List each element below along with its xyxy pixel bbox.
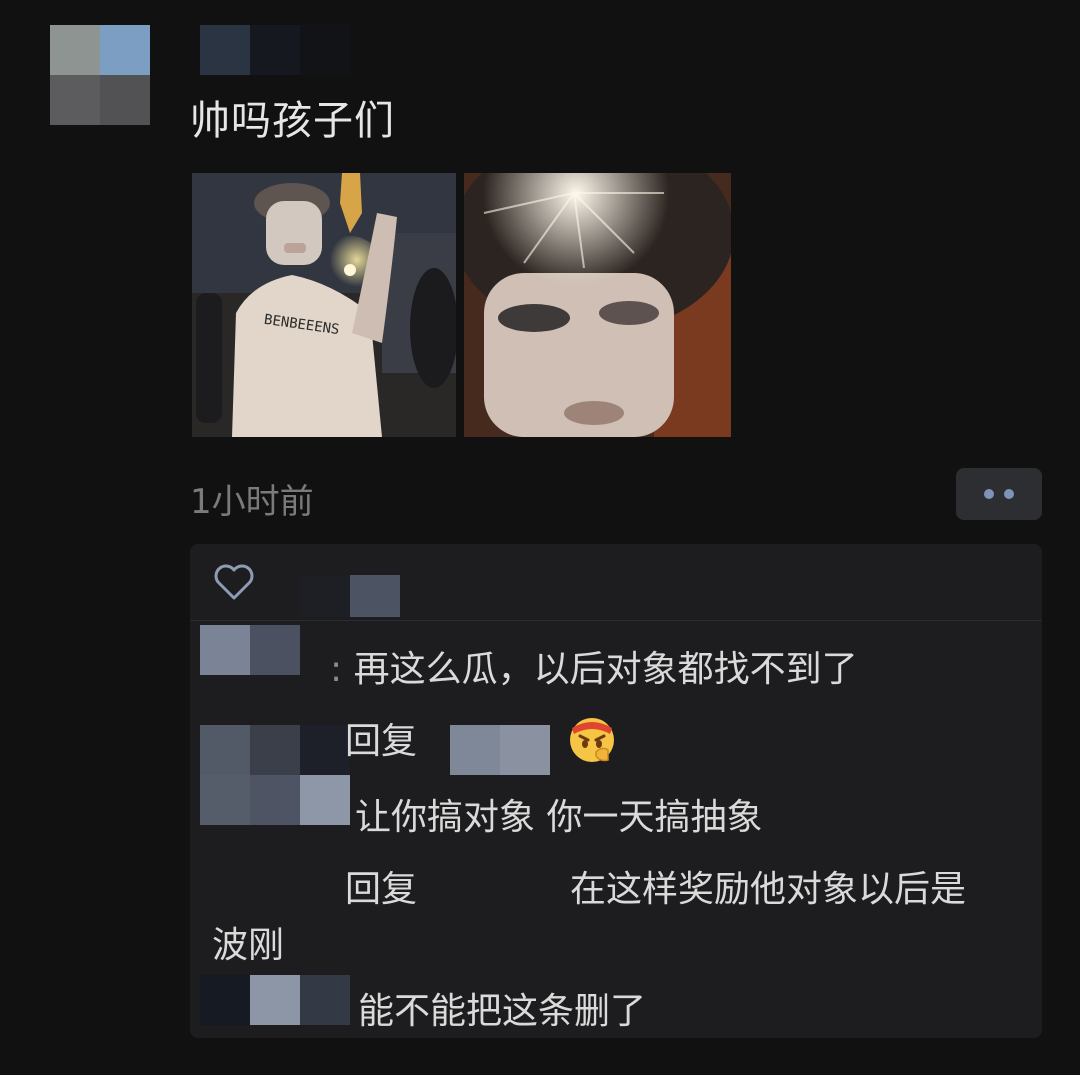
poster-avatar[interactable] (50, 25, 150, 125)
comment-separator: : (330, 649, 343, 690)
comment-text[interactable]: 能不能把这条删了 (358, 982, 646, 1034)
post-photo-1[interactable]: BENBEEENS (192, 173, 456, 437)
post-time: 1小时前 (190, 482, 314, 522)
two-dots-icon (1004, 489, 1014, 499)
poster-name[interactable] (200, 25, 350, 75)
divider (190, 620, 1042, 621)
heart-outline-icon[interactable] (212, 562, 256, 602)
commenter-name[interactable] (200, 625, 300, 675)
commenter-name[interactable] (200, 975, 350, 1025)
reply-target-name[interactable] (450, 725, 550, 775)
comment-row[interactable]: : 再这么瓜，以后对象都找不到了 (330, 640, 858, 692)
photo-face-closeup (464, 173, 731, 437)
reply-prefix: 回复 (345, 721, 418, 762)
photo-person-selfie: BENBEEENS (192, 173, 456, 437)
comment-text-continued: 波刚 (212, 925, 285, 966)
angry-face-emoji (570, 718, 614, 762)
comment-text[interactable]: 在这样奖励他对象以后是 (570, 860, 966, 912)
reply-prefix: 回复 (345, 869, 418, 910)
two-dots-icon (984, 489, 994, 499)
post-photo-2[interactable] (464, 173, 731, 437)
liker-avatar[interactable] (300, 575, 400, 617)
comment-text: 再这么瓜，以后对象都找不到了 (353, 649, 858, 690)
commenter-name[interactable] (200, 725, 350, 775)
comment-text[interactable]: 让你搞对象 你一天搞抽象 (355, 788, 762, 840)
more-actions-button[interactable] (956, 468, 1042, 520)
commenter-name[interactable] (200, 775, 350, 825)
post-text: 帅吗孩子们 (190, 98, 395, 144)
